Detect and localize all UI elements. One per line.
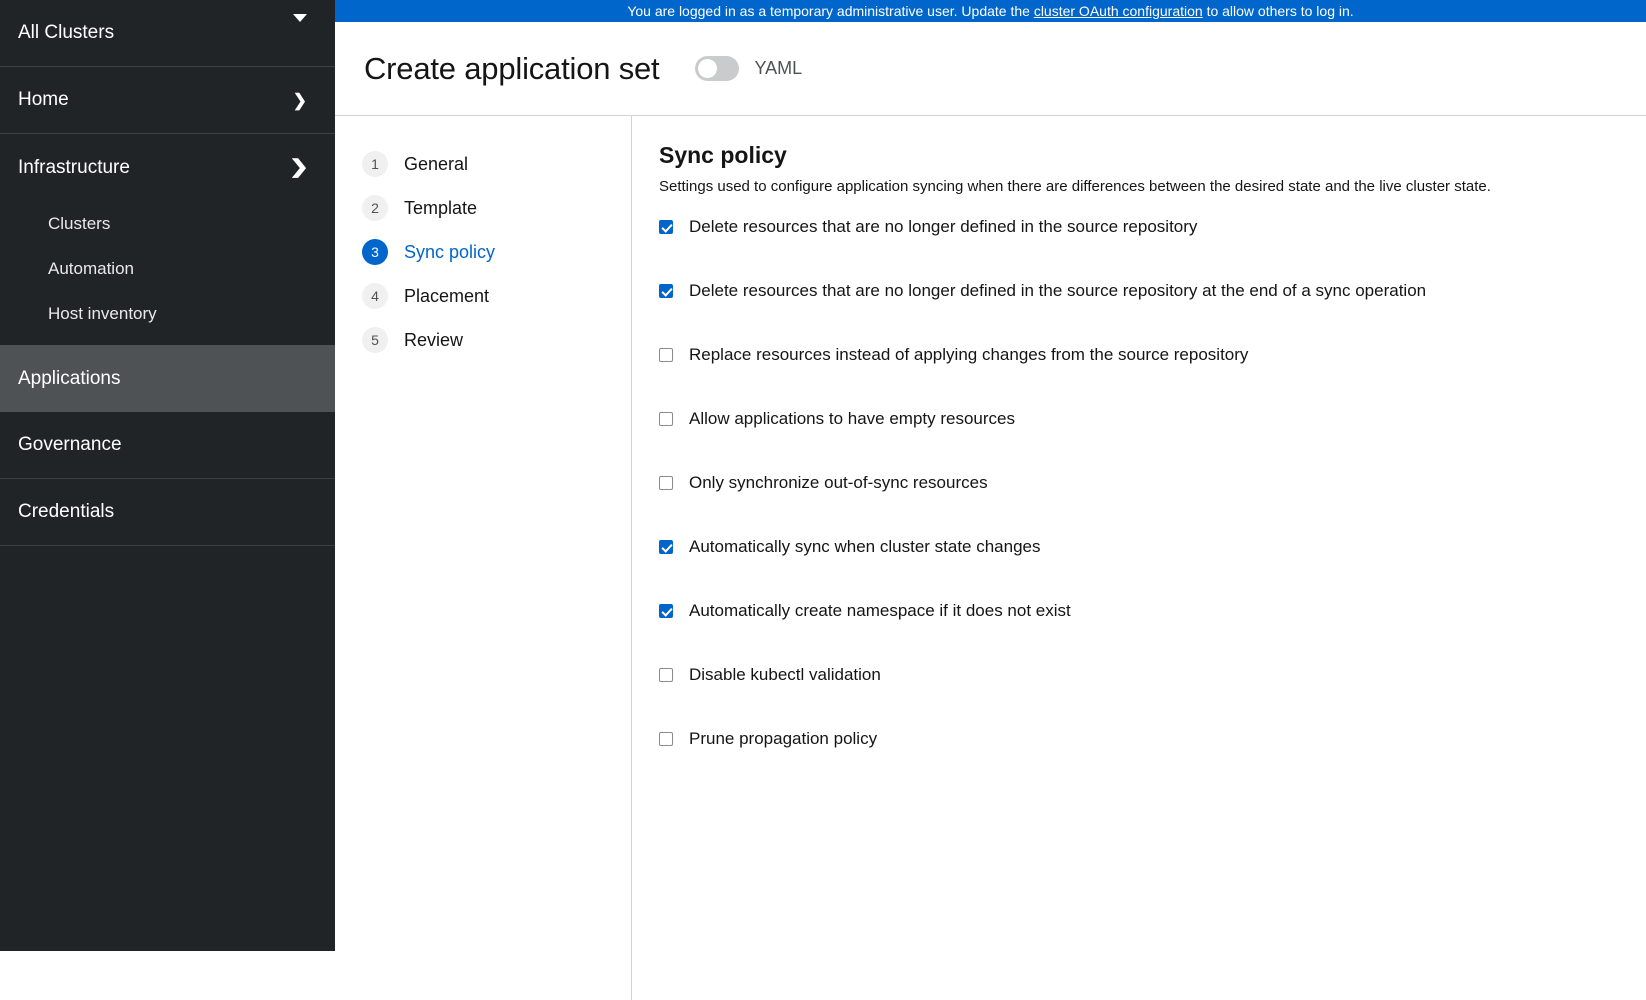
step-number: 1 [362,151,388,177]
option-auto-create-namespace[interactable]: Automatically create namespace if it doe… [659,601,1646,665]
sidebar-item-home[interactable]: Home ❯ [0,67,335,134]
cluster-selector-label: All Clusters [18,22,115,43]
checkbox-icon[interactable] [659,412,673,426]
checkbox-icon[interactable] [659,668,673,682]
cluster-selector[interactable]: All Clusters [0,0,335,67]
wizard-step-placement[interactable]: 4 Placement [362,274,631,318]
step-label: Review [404,329,464,350]
sidebar-item-label: Clusters [48,213,111,233]
yaml-toggle-switch[interactable] [695,56,740,81]
option-label: Allow applications to have empty resourc… [689,409,1015,428]
checkbox-icon[interactable] [659,348,673,362]
option-label: Automatically create namespace if it doe… [689,601,1071,620]
step-label: Template [404,197,478,218]
step-number: 5 [362,327,388,353]
option-replace-resources[interactable]: Replace resources instead of applying ch… [659,345,1646,409]
wizard-body: 1 General 2 Template 3 Sync policy 4 Pla… [335,116,1646,1000]
option-label: Replace resources instead of applying ch… [689,345,1249,364]
step-number: 3 [362,239,388,265]
chevron-right-icon: ❯ [292,90,307,110]
option-label: Only synchronize out-of-sync resources [689,473,988,492]
application-root: You are logged in as a temporary adminis… [0,0,1646,1000]
page-header: Create application set YAML [335,22,1646,116]
checkbox-icon[interactable] [659,604,673,618]
cluster-oauth-configuration-link[interactable]: cluster OAuth configuration [1034,3,1203,19]
sidebar-item-label: Home [18,89,69,110]
sidebar-item-governance[interactable]: Governance [0,412,335,479]
wizard-step-review[interactable]: 5 Review [362,318,631,362]
checkbox-icon[interactable] [659,284,673,298]
option-allow-empty-resources[interactable]: Allow applications to have empty resourc… [659,409,1646,473]
option-delete-resources-no-longer-defined[interactable]: Delete resources that are no longer defi… [659,217,1646,281]
checkbox-icon[interactable] [659,476,673,490]
admin-notice-banner: You are logged in as a temporary adminis… [335,0,1646,22]
sidebar-item-label: Automation [48,258,134,278]
step-label: General [404,153,469,174]
wizard-step-general[interactable]: 1 General [362,142,631,186]
option-disable-kubectl-validation[interactable]: Disable kubectl validation [659,665,1646,729]
checkbox-icon[interactable] [659,732,673,746]
sidebar-item-automation[interactable]: Automation [0,246,335,291]
wizard-step-template[interactable]: 2 Template [362,186,631,230]
sidebar-item-applications[interactable]: Applications [0,345,335,412]
step-label: Placement [404,285,490,306]
sidebar-item-credentials[interactable]: Credentials [0,479,335,546]
main-panel: Create application set YAML 1 General 2 … [335,22,1646,1000]
step-label: Sync policy [404,241,496,262]
step-number: 4 [362,283,388,309]
option-label: Disable kubectl validation [689,665,881,684]
wizard-step-nav: 1 General 2 Template 3 Sync policy 4 Pla… [335,116,632,1000]
sidebar-item-label: Applications [18,367,121,389]
section-title: Sync policy [659,142,787,168]
sidebar-item-infrastructure[interactable]: Infrastructure ❯ [0,134,335,201]
sidebar-item-label: Credentials [18,501,115,522]
wizard-step-sync-policy[interactable]: 3 Sync policy [362,230,631,274]
sidebar-item-host-inventory[interactable]: Host inventory [0,291,335,336]
option-only-sync-out-of-sync[interactable]: Only synchronize out-of-sync resources [659,473,1646,537]
option-label: Automatically sync when cluster state ch… [689,537,1041,556]
option-prune-propagation-policy[interactable]: Prune propagation policy [659,729,1646,793]
banner-text-after: to allow others to log in. [1202,3,1354,19]
checkbox-icon[interactable] [659,220,673,234]
caret-down-icon [293,14,307,44]
sidebar-item-clusters[interactable]: Clusters [0,201,335,246]
banner-text-before: You are logged in as a temporary adminis… [627,3,1034,19]
chevron-down-icon: ❯ [289,157,309,178]
sidebar-item-label: Governance [18,434,122,455]
option-label: Delete resources that are no longer defi… [689,281,1427,300]
yaml-toggle-label: YAML [754,58,803,78]
sidebar-item-label: Host inventory [48,303,157,323]
toggle-knob [698,59,718,78]
sync-policy-panel: Sync policy Settings used to configure a… [632,116,1646,1000]
sync-policy-option-list: Delete resources that are no longer defi… [659,217,1646,793]
option-label: Prune propagation policy [689,729,878,748]
page-title: Create application set [364,50,660,86]
option-delete-resources-end-of-sync[interactable]: Delete resources that are no longer defi… [659,281,1646,345]
yaml-toggle-group: YAML [695,56,802,81]
section-description: Settings used to configure application s… [659,178,1491,195]
step-number: 2 [362,195,388,221]
sidebar-item-label: Infrastructure [18,156,130,178]
checkbox-icon[interactable] [659,540,673,554]
option-label: Delete resources that are no longer defi… [689,217,1198,236]
option-auto-sync-on-cluster-change[interactable]: Automatically sync when cluster state ch… [659,537,1646,601]
primary-sidebar: All Clusters Home ❯ Infrastructure ❯ Clu… [0,0,335,951]
